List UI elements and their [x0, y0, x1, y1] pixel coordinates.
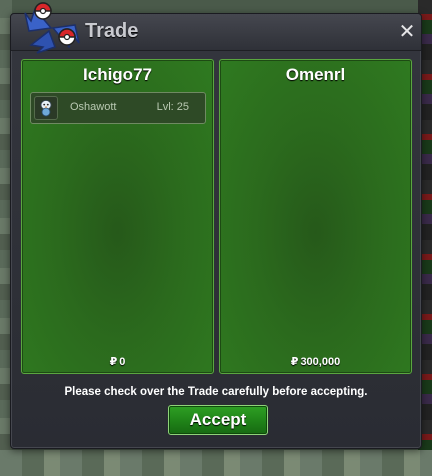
trade-window: Trade ✕ Ichigo77 Oshawott Lvl: 25 ₽ 0 Om… — [10, 2, 422, 449]
item-pokemon-level: Lvl: 25 — [156, 101, 189, 113]
money-amount: 0 — [119, 356, 126, 368]
trader-name-self: Ichigo77 — [83, 65, 152, 84]
oshawott-sprite-icon — [34, 96, 58, 120]
trade-exchange-icon — [24, 2, 80, 54]
money-offer-self[interactable]: ₽0 — [22, 355, 213, 368]
item-pokemon-name: Oshawott — [70, 101, 117, 113]
money-amount: 300,000 — [300, 356, 341, 368]
trade-panel-self: Ichigo77 Oshawott Lvl: 25 ₽0 — [21, 59, 214, 374]
currency-symbol: ₽ — [109, 356, 118, 368]
currency-symbol: ₽ — [290, 356, 299, 368]
trade-panel-partner: Omenrl ₽300,000 — [219, 59, 412, 374]
window-title: Trade — [85, 20, 139, 42]
trade-warning-text: Please check over the Trade carefully be… — [64, 386, 368, 398]
trader-name-partner: Omenrl — [285, 65, 346, 84]
accept-button[interactable]: Accept — [168, 405, 268, 435]
money-offer-partner: ₽300,000 — [220, 355, 411, 368]
close-icon[interactable]: ✕ — [397, 21, 417, 41]
game-background-bottom — [0, 450, 432, 476]
trade-item-slot[interactable]: Oshawott Lvl: 25 — [30, 92, 206, 124]
